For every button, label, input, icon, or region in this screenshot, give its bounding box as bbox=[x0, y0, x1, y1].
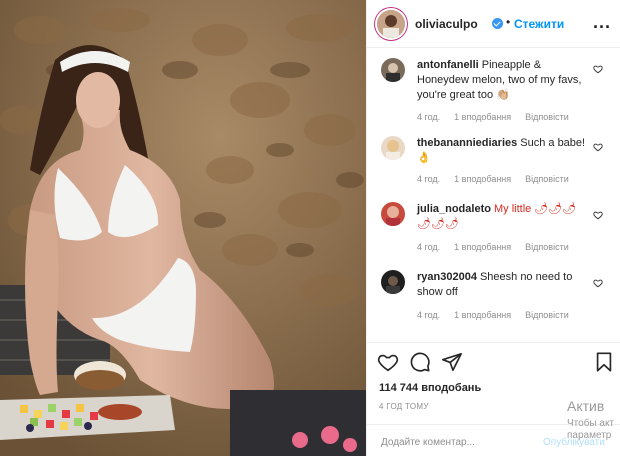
os-activation-watermark-line: Чтобы акт bbox=[567, 418, 615, 429]
os-activation-watermark-line: параметр bbox=[567, 430, 612, 441]
likes-count[interactable]: 114 744 вподобань bbox=[379, 382, 481, 394]
bookmark-icon[interactable] bbox=[593, 351, 615, 373]
small-heart-icon[interactable] bbox=[593, 142, 603, 152]
comment-icon[interactable] bbox=[409, 351, 431, 373]
reply-button[interactable]: Відповісти bbox=[525, 112, 569, 122]
reply-button[interactable]: Відповісти bbox=[525, 310, 569, 320]
comment-likes[interactable]: 1 вподобання bbox=[454, 174, 511, 184]
header-separator: • bbox=[506, 15, 511, 29]
post-actions bbox=[367, 342, 620, 378]
comment-input[interactable] bbox=[379, 433, 543, 451]
comment-text-block: antonfanelli Pineapple & Honeydew melon, … bbox=[417, 58, 589, 103]
comment-time: 4 год. bbox=[417, 174, 441, 184]
comment-username[interactable]: ryan302004 bbox=[417, 271, 477, 283]
comment-time: 4 год. bbox=[417, 242, 441, 252]
heart-icon[interactable] bbox=[377, 351, 399, 373]
reply-button[interactable]: Відповісти bbox=[525, 174, 569, 184]
post-photo-illustration bbox=[0, 0, 366, 456]
verified-badge-icon bbox=[492, 18, 503, 29]
commenter-avatar[interactable] bbox=[381, 202, 405, 226]
comment-meta: 4 год. 1 вподобання Відповісти bbox=[417, 174, 583, 184]
comment-likes[interactable]: 1 вподобання bbox=[454, 310, 511, 320]
post-header: oliviaculpo • Стежити ... bbox=[367, 0, 620, 48]
post-photo[interactable] bbox=[0, 0, 366, 456]
comment-username[interactable]: antonfanelli bbox=[417, 59, 479, 71]
more-options-icon[interactable]: ... bbox=[593, 12, 611, 33]
follow-button[interactable]: Стежити bbox=[514, 17, 564, 31]
commenter-avatar[interactable] bbox=[381, 58, 405, 82]
comment-text-block: julia_nodaleto My little 🌶🌶🌶🌶🌶🌶 bbox=[417, 202, 589, 232]
comment-time: 4 год. bbox=[417, 112, 441, 122]
comment-likes[interactable]: 1 вподобання bbox=[454, 242, 511, 252]
comment-time: 4 год. bbox=[417, 310, 441, 320]
comment-meta: 4 год. 1 вподобання Відповісти bbox=[417, 112, 583, 122]
comment-likes[interactable]: 1 вподобання bbox=[454, 112, 511, 122]
comments-list[interactable]: antonfanelli Pineapple & Honeydew melon, … bbox=[367, 48, 620, 342]
small-heart-icon[interactable] bbox=[593, 210, 603, 220]
comment-username[interactable]: thebananniediaries bbox=[417, 137, 517, 149]
comment-username[interactable]: julia_nodaleto bbox=[417, 203, 491, 215]
share-icon[interactable] bbox=[441, 351, 463, 373]
instagram-post: oliviaculpo • Стежити ... antonfanelli Pi… bbox=[0, 0, 620, 456]
post-sidebar: oliviaculpo • Стежити ... antonfanelli Pi… bbox=[366, 0, 620, 456]
reply-button[interactable]: Відповісти bbox=[525, 242, 569, 252]
commenter-avatar[interactable] bbox=[381, 270, 405, 294]
comment-meta: 4 год. 1 вподобання Відповісти bbox=[417, 310, 583, 320]
author-avatar[interactable] bbox=[377, 10, 405, 38]
small-heart-icon[interactable] bbox=[593, 64, 603, 74]
commenter-avatar[interactable] bbox=[381, 136, 405, 160]
comment-text-block: thebananniediaries Such a babe! 👌 bbox=[417, 136, 589, 166]
post-time[interactable]: 4 ГОД ТОМУ bbox=[379, 402, 429, 411]
comment-text-block: ryan302004 Sheesh no need to show off bbox=[417, 270, 589, 300]
os-activation-watermark-title: Актив bbox=[567, 398, 605, 414]
author-username[interactable]: oliviaculpo bbox=[415, 17, 478, 31]
small-heart-icon[interactable] bbox=[593, 278, 603, 288]
comment-meta: 4 год. 1 вподобання Відповісти bbox=[417, 242, 583, 252]
